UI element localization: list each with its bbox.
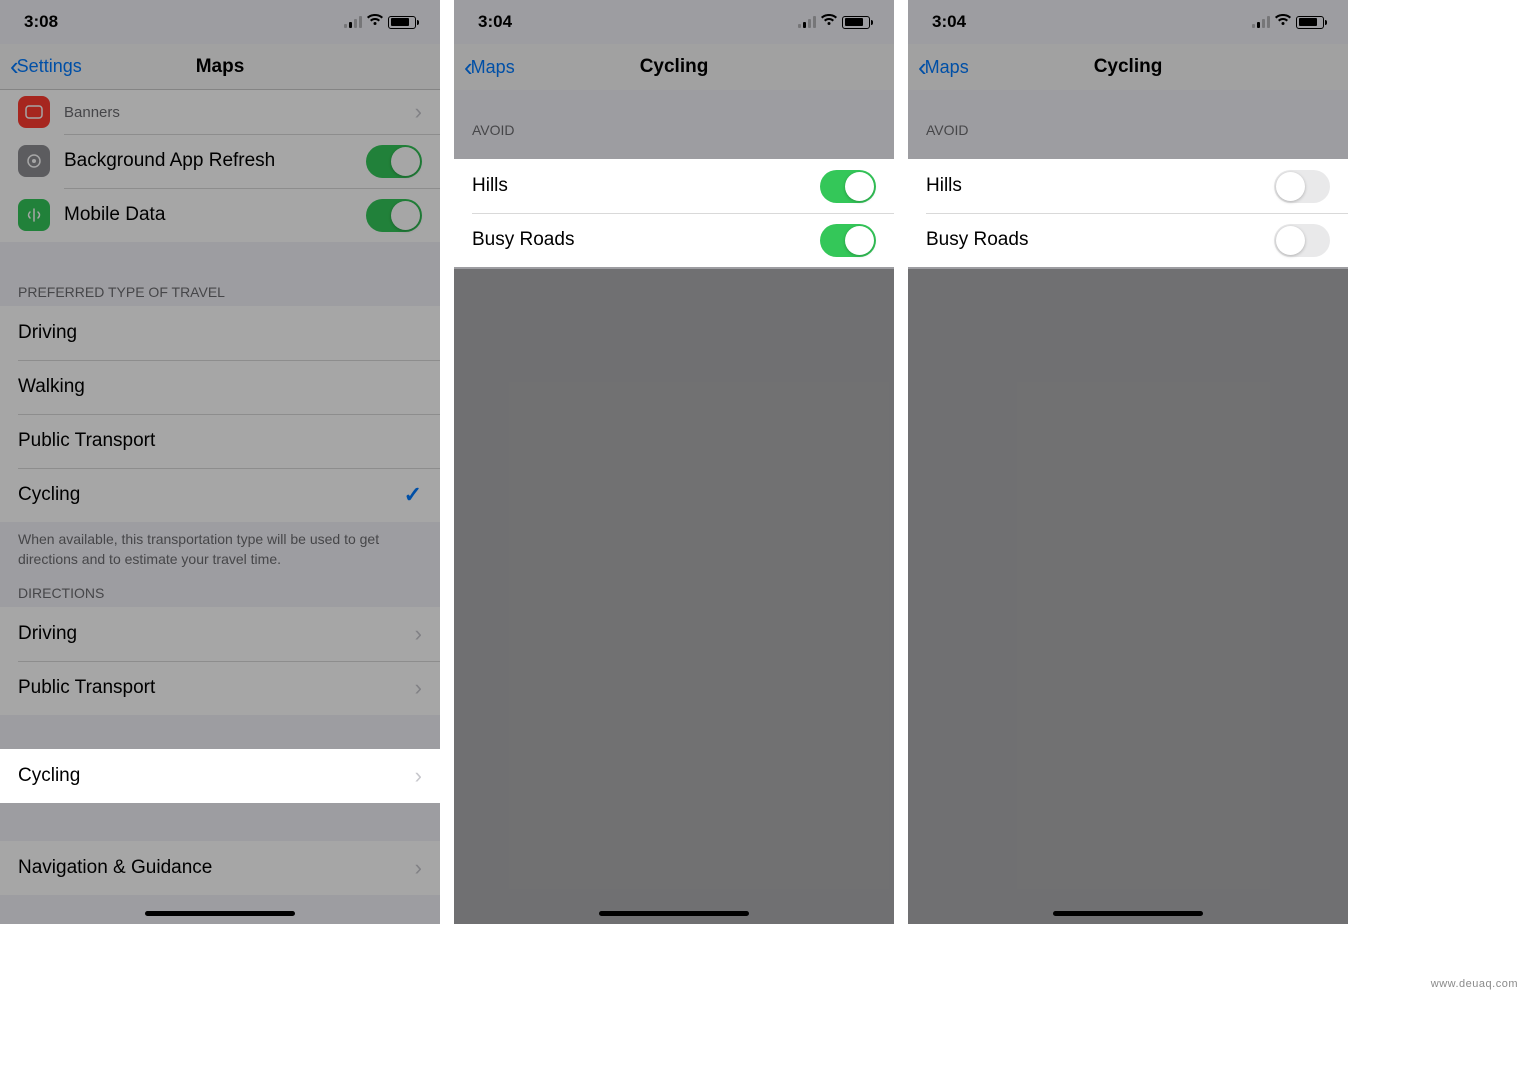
row-banners[interactable]: Banners › bbox=[0, 90, 440, 134]
row-avoid-hills[interactable]: Hills bbox=[908, 159, 1348, 213]
screen-cycling-avoid-on: 3:04 ‹ Maps Cycling AVOID Hills bbox=[454, 0, 894, 924]
signal-icon bbox=[1252, 16, 1270, 28]
row-navigation-guidance[interactable]: Navigation & Guidance › bbox=[0, 841, 440, 895]
toggle-avoid-hills[interactable] bbox=[820, 170, 876, 203]
nav-back-button[interactable]: ‹ Settings bbox=[0, 51, 82, 82]
section-header-avoid: AVOID bbox=[908, 114, 1348, 144]
nav-back-button[interactable]: ‹ Maps bbox=[454, 52, 515, 83]
row-label: Driving bbox=[18, 322, 77, 344]
row-label: Cycling bbox=[18, 765, 80, 787]
row-preferred-public-transport[interactable]: Public Transport bbox=[0, 414, 440, 468]
nav-title: Cycling bbox=[908, 56, 1348, 78]
home-indicator bbox=[145, 911, 295, 916]
wifi-icon bbox=[820, 12, 838, 32]
chevron-right-icon: › bbox=[415, 855, 422, 881]
row-preferred-driving[interactable]: Driving bbox=[0, 306, 440, 360]
home-indicator bbox=[1053, 911, 1203, 916]
nav-bar: ‹ Maps Cycling bbox=[908, 44, 1348, 90]
signal-icon bbox=[344, 16, 362, 28]
row-background-app-refresh[interactable]: Background App Refresh bbox=[0, 134, 440, 188]
banners-icon bbox=[18, 96, 50, 128]
section-header-directions: DIRECTIONS bbox=[0, 577, 440, 607]
row-avoid-hills[interactable]: Hills bbox=[454, 159, 894, 213]
row-bg-refresh-label: Background App Refresh bbox=[64, 150, 275, 172]
row-label: Busy Roads bbox=[926, 229, 1028, 251]
toggle-mobile-data[interactable] bbox=[366, 199, 422, 232]
row-label: Driving bbox=[18, 623, 77, 645]
watermark: www.deuaq.com bbox=[1431, 978, 1518, 990]
toggle-avoid-busy-roads[interactable] bbox=[1274, 224, 1330, 257]
status-bar: 3:04 bbox=[454, 0, 894, 44]
highlight-directions-cycling: Cycling › bbox=[0, 749, 440, 803]
wifi-icon bbox=[1274, 12, 1292, 32]
row-avoid-busy-roads[interactable]: Busy Roads bbox=[454, 213, 894, 267]
row-label: Walking bbox=[18, 376, 85, 398]
row-directions-driving[interactable]: Driving › bbox=[0, 607, 440, 661]
home-indicator bbox=[599, 911, 749, 916]
status-time: 3:08 bbox=[24, 12, 58, 32]
nav-back-button[interactable]: ‹ Maps bbox=[908, 52, 969, 83]
section-header-avoid: AVOID bbox=[454, 114, 894, 144]
checkmark-icon: ✓ bbox=[404, 482, 422, 508]
row-preferred-cycling[interactable]: Cycling ✓ bbox=[0, 468, 440, 522]
nav-back-label: Settings bbox=[17, 56, 82, 77]
row-mobile-data-label: Mobile Data bbox=[64, 204, 165, 226]
nav-bar: ‹ Maps Cycling bbox=[454, 44, 894, 90]
signal-icon bbox=[798, 16, 816, 28]
row-mobile-data[interactable]: Mobile Data bbox=[0, 188, 440, 242]
section-footer-preferred: When available, this transportation type… bbox=[0, 522, 440, 577]
row-label: Busy Roads bbox=[472, 229, 574, 251]
highlight-avoid: Hills Busy Roads bbox=[908, 159, 1348, 267]
row-banners-label: Banners bbox=[64, 104, 120, 121]
battery-icon bbox=[1296, 16, 1324, 29]
row-label: Cycling bbox=[18, 484, 80, 506]
toggle-avoid-busy-roads[interactable] bbox=[820, 224, 876, 257]
highlight-avoid: Hills Busy Roads bbox=[454, 159, 894, 267]
antenna-icon bbox=[18, 199, 50, 231]
toggle-bg-refresh[interactable] bbox=[366, 145, 422, 178]
row-avoid-busy-roads[interactable]: Busy Roads bbox=[908, 213, 1348, 267]
wifi-icon bbox=[366, 12, 384, 32]
nav-back-label: Maps bbox=[471, 57, 515, 78]
row-label: Public Transport bbox=[18, 677, 155, 699]
toggle-avoid-hills[interactable] bbox=[1274, 170, 1330, 203]
battery-icon bbox=[842, 16, 870, 29]
row-label: Public Transport bbox=[18, 430, 155, 452]
row-label: Hills bbox=[472, 175, 508, 197]
row-preferred-walking[interactable]: Walking bbox=[0, 360, 440, 414]
row-label: Navigation & Guidance bbox=[18, 857, 212, 879]
chevron-right-icon: › bbox=[415, 763, 422, 789]
nav-bar: ‹ Settings Maps bbox=[0, 44, 440, 90]
screen-cycling-avoid-off: 3:04 ‹ Maps Cycling AVOID Hills bbox=[908, 0, 1348, 924]
status-time: 3:04 bbox=[478, 12, 512, 32]
section-header-preferred: PREFERRED TYPE OF TRAVEL bbox=[0, 276, 440, 306]
status-bar: 3:08 bbox=[0, 0, 440, 44]
status-time: 3:04 bbox=[932, 12, 966, 32]
status-bar: 3:04 bbox=[908, 0, 1348, 44]
chevron-right-icon: › bbox=[415, 99, 422, 125]
nav-title: Cycling bbox=[454, 56, 894, 78]
row-directions-cycling[interactable]: Cycling › bbox=[0, 749, 440, 803]
battery-icon bbox=[388, 16, 416, 29]
gear-icon bbox=[18, 145, 50, 177]
screen-maps-settings: 3:08 ‹ Settings Maps bbox=[0, 0, 440, 924]
row-label: Hills bbox=[926, 175, 962, 197]
chevron-right-icon: › bbox=[415, 621, 422, 647]
nav-back-label: Maps bbox=[925, 57, 969, 78]
chevron-right-icon: › bbox=[415, 675, 422, 701]
row-directions-public-transport[interactable]: Public Transport › bbox=[0, 661, 440, 715]
